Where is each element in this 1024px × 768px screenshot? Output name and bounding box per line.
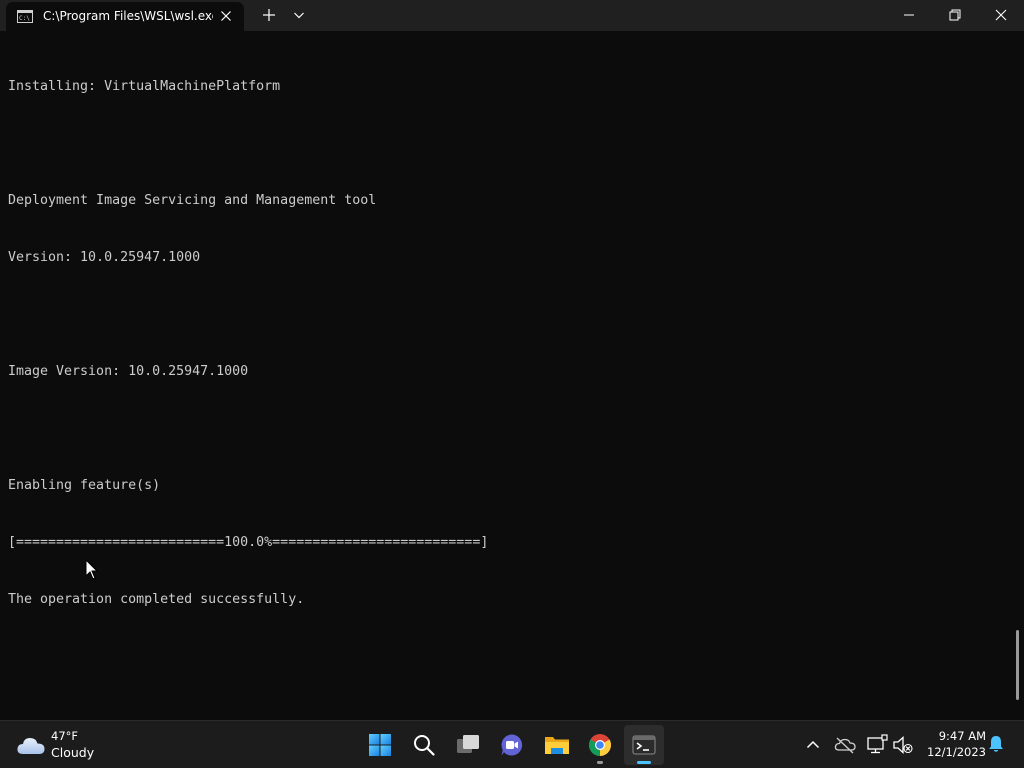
terminal-output[interactable]: Installing: VirtualMachinePlatform Deplo… xyxy=(8,39,1008,709)
weather-condition: Cloudy xyxy=(51,745,95,760)
cloud-icon xyxy=(17,738,45,754)
close-button[interactable] xyxy=(978,0,1024,31)
minimize-icon xyxy=(904,14,914,16)
new-tab-button[interactable] xyxy=(258,4,280,26)
task-view-icon xyxy=(457,735,479,753)
clock-date: 12/1/2023 xyxy=(927,745,986,759)
task-view-button[interactable] xyxy=(448,725,488,765)
tab-dropdown-button[interactable] xyxy=(288,4,310,26)
terminal-line: The operation completed successfully. xyxy=(8,592,305,607)
terminal-window: C:\ C:\Program Files\WSL\wsl.exe Install… xyxy=(0,0,1024,720)
running-indicator xyxy=(597,761,603,764)
chat-button[interactable] xyxy=(492,725,532,765)
network-icon[interactable] xyxy=(866,734,888,756)
restore-icon xyxy=(949,9,961,21)
terminal-line: Deployment Image Servicing and Managemen… xyxy=(8,193,377,208)
terminal-icon xyxy=(632,735,656,755)
terminal-line: Installing: VirtualMachinePlatform xyxy=(8,79,281,94)
file-explorer-button[interactable] xyxy=(536,725,576,765)
windows-start-icon xyxy=(369,734,391,756)
weather-temperature: 47°F xyxy=(51,729,78,743)
console-icon: C:\ xyxy=(17,10,33,23)
chrome-icon xyxy=(589,734,611,756)
chevron-down-icon xyxy=(294,12,304,19)
title-bar: C:\ C:\Program Files\WSL\wsl.exe xyxy=(0,0,1024,31)
active-indicator xyxy=(637,761,651,764)
clock-time: 9:47 AM xyxy=(938,729,986,743)
onedrive-icon[interactable] xyxy=(834,734,856,756)
terminal-line: Image Version: 10.0.25947.1000 xyxy=(8,364,249,379)
minimize-button[interactable] xyxy=(886,0,932,31)
system-clock[interactable]: 9:47 AM 12/1/2023 xyxy=(918,728,986,760)
chrome-button[interactable] xyxy=(580,725,620,765)
search-icon xyxy=(414,735,435,756)
plus-icon xyxy=(263,9,275,21)
terminal-line: Enabling feature(s) xyxy=(8,478,161,493)
progress-line: [==========================100.0%=======… xyxy=(8,535,489,550)
mouse-cursor-icon xyxy=(85,559,99,580)
weather-widget[interactable]: 47°F Cloudy xyxy=(16,727,126,763)
start-button[interactable] xyxy=(360,725,400,765)
taskbar: 47°F Cloudy 9:47 AM 12/1/2023 xyxy=(0,720,1024,768)
svg-text:C:\: C:\ xyxy=(19,15,30,22)
maximize-button[interactable] xyxy=(932,0,978,31)
chevron-up-icon[interactable] xyxy=(802,734,824,756)
teams-chat-icon xyxy=(501,734,523,756)
close-tab-icon[interactable] xyxy=(218,8,234,24)
terminal-tab[interactable]: C:\ C:\Program Files\WSL\wsl.exe xyxy=(6,2,244,31)
volume-muted-icon[interactable] xyxy=(892,734,914,756)
search-button[interactable] xyxy=(404,725,444,765)
bell-icon[interactable] xyxy=(986,734,1006,754)
terminal-taskbar-button[interactable] xyxy=(624,725,664,765)
scrollbar-thumb[interactable] xyxy=(1016,630,1019,700)
tab-title: C:\Program Files\WSL\wsl.exe xyxy=(43,9,213,23)
close-icon xyxy=(995,9,1007,21)
folder-icon xyxy=(545,737,569,754)
terminal-line: Version: 10.0.25947.1000 xyxy=(8,250,201,265)
